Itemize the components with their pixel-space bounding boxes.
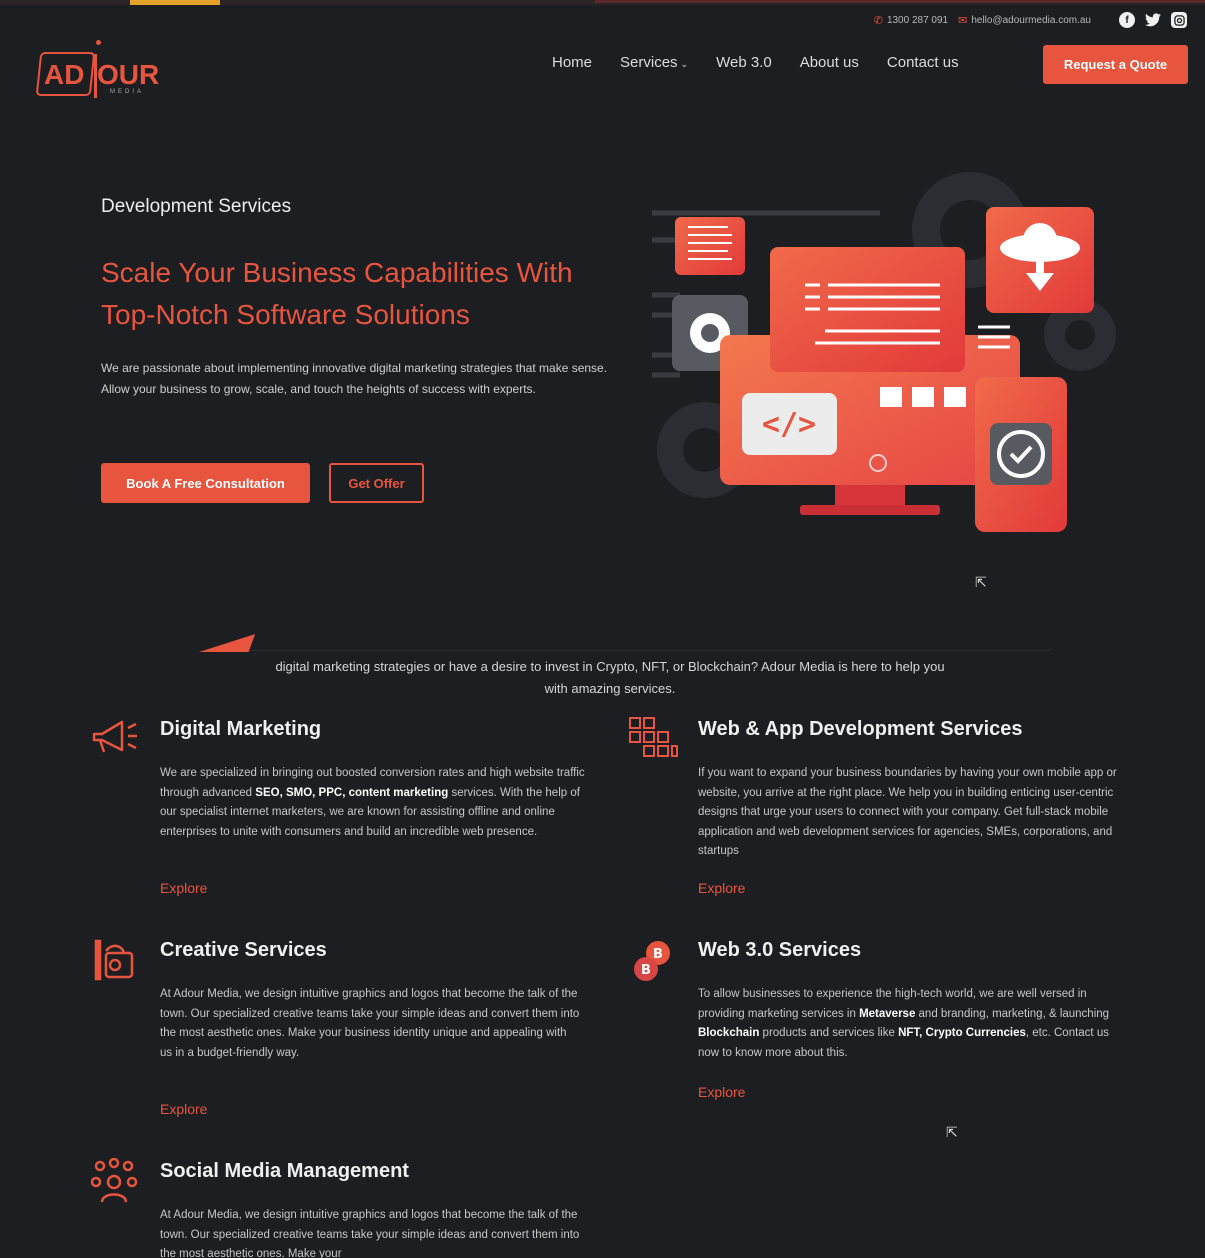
software-development-illustration: </> (652, 172, 1116, 532)
logo-subtext: MEDIA (110, 89, 145, 95)
service-description: At Adour Media, we design intuitive grap… (160, 1209, 580, 1258)
svg-text:</>: </> (762, 407, 816, 442)
mail-icon: ✉ (958, 14, 968, 27)
desc-bold: Metaverse (859, 1007, 916, 1020)
service-description: If you want to expand your business boun… (698, 767, 1117, 857)
people-network-icon (90, 1158, 138, 1203)
service-title: Web 3.0 Services (698, 939, 862, 961)
service-title: Web & App Development Services (698, 718, 1023, 740)
email-address: hello@adourmedia.com.au (971, 14, 1091, 26)
explore-link[interactable]: Explore (698, 1084, 745, 1100)
desc-bold: NFT, Crypto Currencies (898, 1027, 1026, 1039)
explore-link[interactable]: Explore (698, 880, 745, 896)
logo-text-right: OUR (97, 59, 160, 90)
services-intro-line-1: digital marketing strategies or have a d… (275, 659, 945, 674)
hero-title-line-1: Scale Your Business Capabilities With (101, 257, 573, 288)
svg-text:B: B (653, 947, 663, 962)
svg-text:B: B (641, 963, 651, 978)
service-web-app-development: Web & App Development Services If you wa… (628, 716, 1138, 906)
hero-description: We are passionate about implementing inn… (101, 361, 608, 396)
service-description: We are specialized in bringing out boost… (160, 764, 590, 842)
nav-web3[interactable]: Web 3.0 (716, 54, 772, 71)
desc-bold: SEO, SMO, PPC, content marketing (255, 786, 449, 799)
explore-link[interactable]: Explore (160, 880, 207, 896)
service-title: Digital Marketing (160, 718, 322, 740)
service-description: To allow businesses to experience the hi… (698, 985, 1128, 1063)
hero-title-line-2: Top-Notch Software Solutions (101, 299, 470, 330)
contact-bar: ✆ 1300 287 091 ✉ hello@adourmedia.com.au… (874, 10, 1187, 30)
desc-bold: Blockchain (698, 1027, 760, 1039)
decorative-slash (187, 634, 256, 652)
top-strip (0, 0, 1205, 5)
explore-link[interactable]: Explore (160, 1101, 207, 1117)
book-consultation-button[interactable]: Book A Free Consultation (101, 463, 310, 503)
nav-about[interactable]: About us (800, 54, 859, 71)
email-link[interactable]: ✉ hello@adourmedia.com.au (958, 14, 1091, 27)
section-divider (250, 650, 1050, 651)
services-intro-line-2: with amazing services. (544, 681, 676, 696)
megaphone-icon (92, 720, 137, 753)
nav-home[interactable]: Home (552, 54, 592, 71)
phone-number: 1300 287 091 (886, 14, 949, 26)
grid-blocks-icon (629, 717, 678, 757)
crypto-coins-icon: B B (634, 941, 670, 981)
service-digital-marketing: Digital Marketing We are specialized in … (90, 716, 600, 906)
service-title: Social Media Management (160, 1160, 409, 1182)
design-tools-icon (94, 939, 134, 981)
twitter-icon[interactable] (1145, 12, 1161, 28)
hero-title: Scale Your Business Capabilities With To… (101, 252, 621, 336)
phone-icon: ✆ (873, 14, 883, 27)
facebook-icon[interactable]: f (1119, 12, 1135, 28)
service-social-media: Social Media Management At Adour Media, … (90, 1158, 600, 1258)
request-quote-button[interactable]: Request a Quote (1043, 45, 1188, 84)
nav-services-label: Services (620, 54, 678, 71)
phone-link[interactable]: ✆ 1300 287 091 (874, 14, 948, 27)
get-offer-button[interactable]: Get Offer (329, 463, 424, 503)
logo-text-left: AD (44, 59, 85, 90)
main-nav: Home Services ⌄ Web 3.0 About us Contact … (552, 54, 959, 71)
desc-text: products and services like (759, 1027, 899, 1039)
service-web3: B B Web 3.0 Services To allow businesses… (628, 937, 1138, 1117)
services-intro: digital marketing strategies or have a d… (230, 656, 990, 700)
nav-contact[interactable]: Contact us (887, 54, 959, 71)
service-title: Creative Services (160, 939, 327, 961)
mouse-cursor: ⇱ (946, 1124, 958, 1140)
desc-text: and branding, marketing, & launching (915, 1007, 1110, 1020)
mouse-cursor: ⇱ (975, 574, 987, 590)
social-links: f (1119, 12, 1187, 28)
service-creative: Creative Services At Adour Media, we des… (90, 937, 600, 1127)
nav-services[interactable]: Services ⌄ (620, 54, 688, 71)
chevron-down-icon: ⌄ (680, 59, 689, 69)
brand-logo[interactable]: AD OUR MEDIA (35, 40, 163, 102)
service-description: At Adour Media, we design intuitive grap… (160, 988, 580, 1059)
instagram-icon[interactable] (1171, 12, 1187, 28)
hero-subtitle: Development Services (101, 196, 292, 217)
